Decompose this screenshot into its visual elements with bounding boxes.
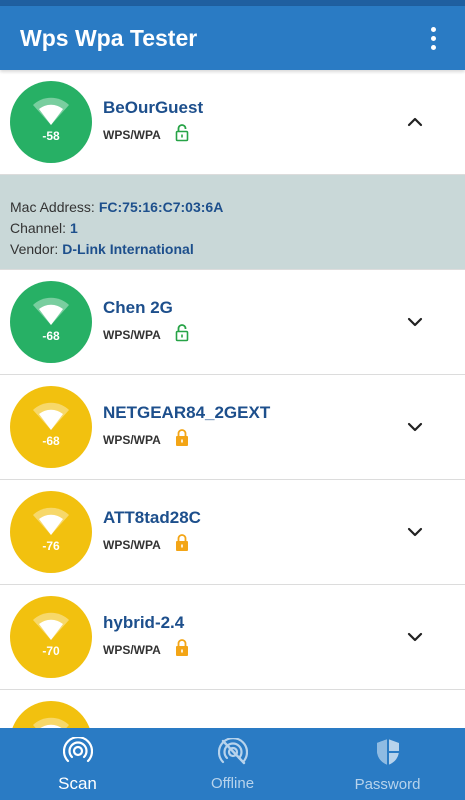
signal-strength-badge: -76 xyxy=(10,491,92,573)
lock-closed-icon xyxy=(174,428,190,452)
signal-value: -68 xyxy=(42,434,60,448)
network-item[interactable]: -68 NETGEAR84_2GEXT WPS/WPA xyxy=(0,375,465,480)
wifi-icon xyxy=(32,610,70,640)
signal-value: -58 xyxy=(42,129,60,143)
security-type: WPS/WPA xyxy=(103,128,161,142)
wifi-icon xyxy=(32,715,70,728)
wifi-icon xyxy=(32,295,70,325)
mac-address-value: FC:75:16:C7:03:6A xyxy=(98,199,224,215)
network-item[interactable]: -76 ATT8tad28C WPS/WPA xyxy=(0,480,465,585)
lock-closed-icon xyxy=(174,533,190,557)
signal-value: -70 xyxy=(42,644,60,658)
nav-label: Scan xyxy=(58,773,97,793)
signal-strength-badge: -58 xyxy=(10,81,92,163)
vendor-value: D-Link International xyxy=(62,241,194,257)
offline-icon xyxy=(217,737,248,771)
network-item[interactable]: -70 hybrid-2.4 WPS/WPA xyxy=(0,585,465,690)
nav-offline[interactable]: Offline xyxy=(155,728,310,800)
lock-open-icon xyxy=(174,323,190,347)
chevron-down-icon[interactable] xyxy=(405,627,425,647)
security-type: WPS/WPA xyxy=(103,433,161,447)
signal-strength-badge: -68 xyxy=(10,386,92,468)
app-title: Wps Wpa Tester xyxy=(20,24,198,51)
wifi-icon xyxy=(32,95,70,125)
wifi-icon xyxy=(32,400,70,430)
overflow-menu-button[interactable] xyxy=(421,23,445,53)
scan-icon xyxy=(62,735,93,770)
nav-label: Password xyxy=(354,776,421,793)
nav-password[interactable]: Password xyxy=(310,728,465,800)
shield-icon xyxy=(374,737,402,772)
nav-label: Offline xyxy=(210,775,255,792)
chevron-up-icon[interactable] xyxy=(405,112,425,132)
lock-closed-icon xyxy=(174,638,190,662)
network-item[interactable]: -58 BeOurGuest WPS/WPA xyxy=(0,70,465,175)
more-vert-icon xyxy=(430,26,436,32)
channel-row: Channel: 1 xyxy=(10,220,78,236)
chevron-down-icon[interactable] xyxy=(405,312,425,332)
signal-value: -76 xyxy=(42,539,60,553)
signal-value: -68 xyxy=(42,329,60,343)
network-details-panel: Mac Address: FC:75:16:C7:03:6A Channel: 1 Ve… xyxy=(0,175,465,270)
nav-scan[interactable]: Scan xyxy=(0,728,155,800)
security-type: WPS/WPA xyxy=(103,643,161,657)
security-type: WPS/WPA xyxy=(103,538,161,552)
vendor-row: Vendor: D-Link International xyxy=(10,241,194,257)
network-item[interactable]: -68 Chen 2G WPS/WPA xyxy=(0,270,465,375)
signal-strength-badge: -70 xyxy=(10,596,92,678)
wifi-icon xyxy=(32,505,70,535)
lock-open-icon xyxy=(174,123,190,147)
security-type: WPS/WPA xyxy=(103,328,161,342)
network-item[interactable]: EXT-2.4GHz xyxy=(0,690,465,728)
bottom-navigation: Scan Offline Password xyxy=(0,728,465,800)
chevron-down-icon[interactable] xyxy=(405,417,425,437)
network-list[interactable]: -58 BeOurGuest WPS/WPA Mac Address: FC:75:16… xyxy=(0,70,465,728)
app-bar: Wps Wpa Tester xyxy=(0,6,465,70)
signal-strength-badge xyxy=(10,701,92,728)
mac-address-row: Mac Address: FC:75:16:C7:03:6A xyxy=(10,199,224,215)
signal-strength-badge: -68 xyxy=(10,281,92,363)
chevron-down-icon[interactable] xyxy=(405,522,425,542)
channel-value: 1 xyxy=(70,220,78,236)
